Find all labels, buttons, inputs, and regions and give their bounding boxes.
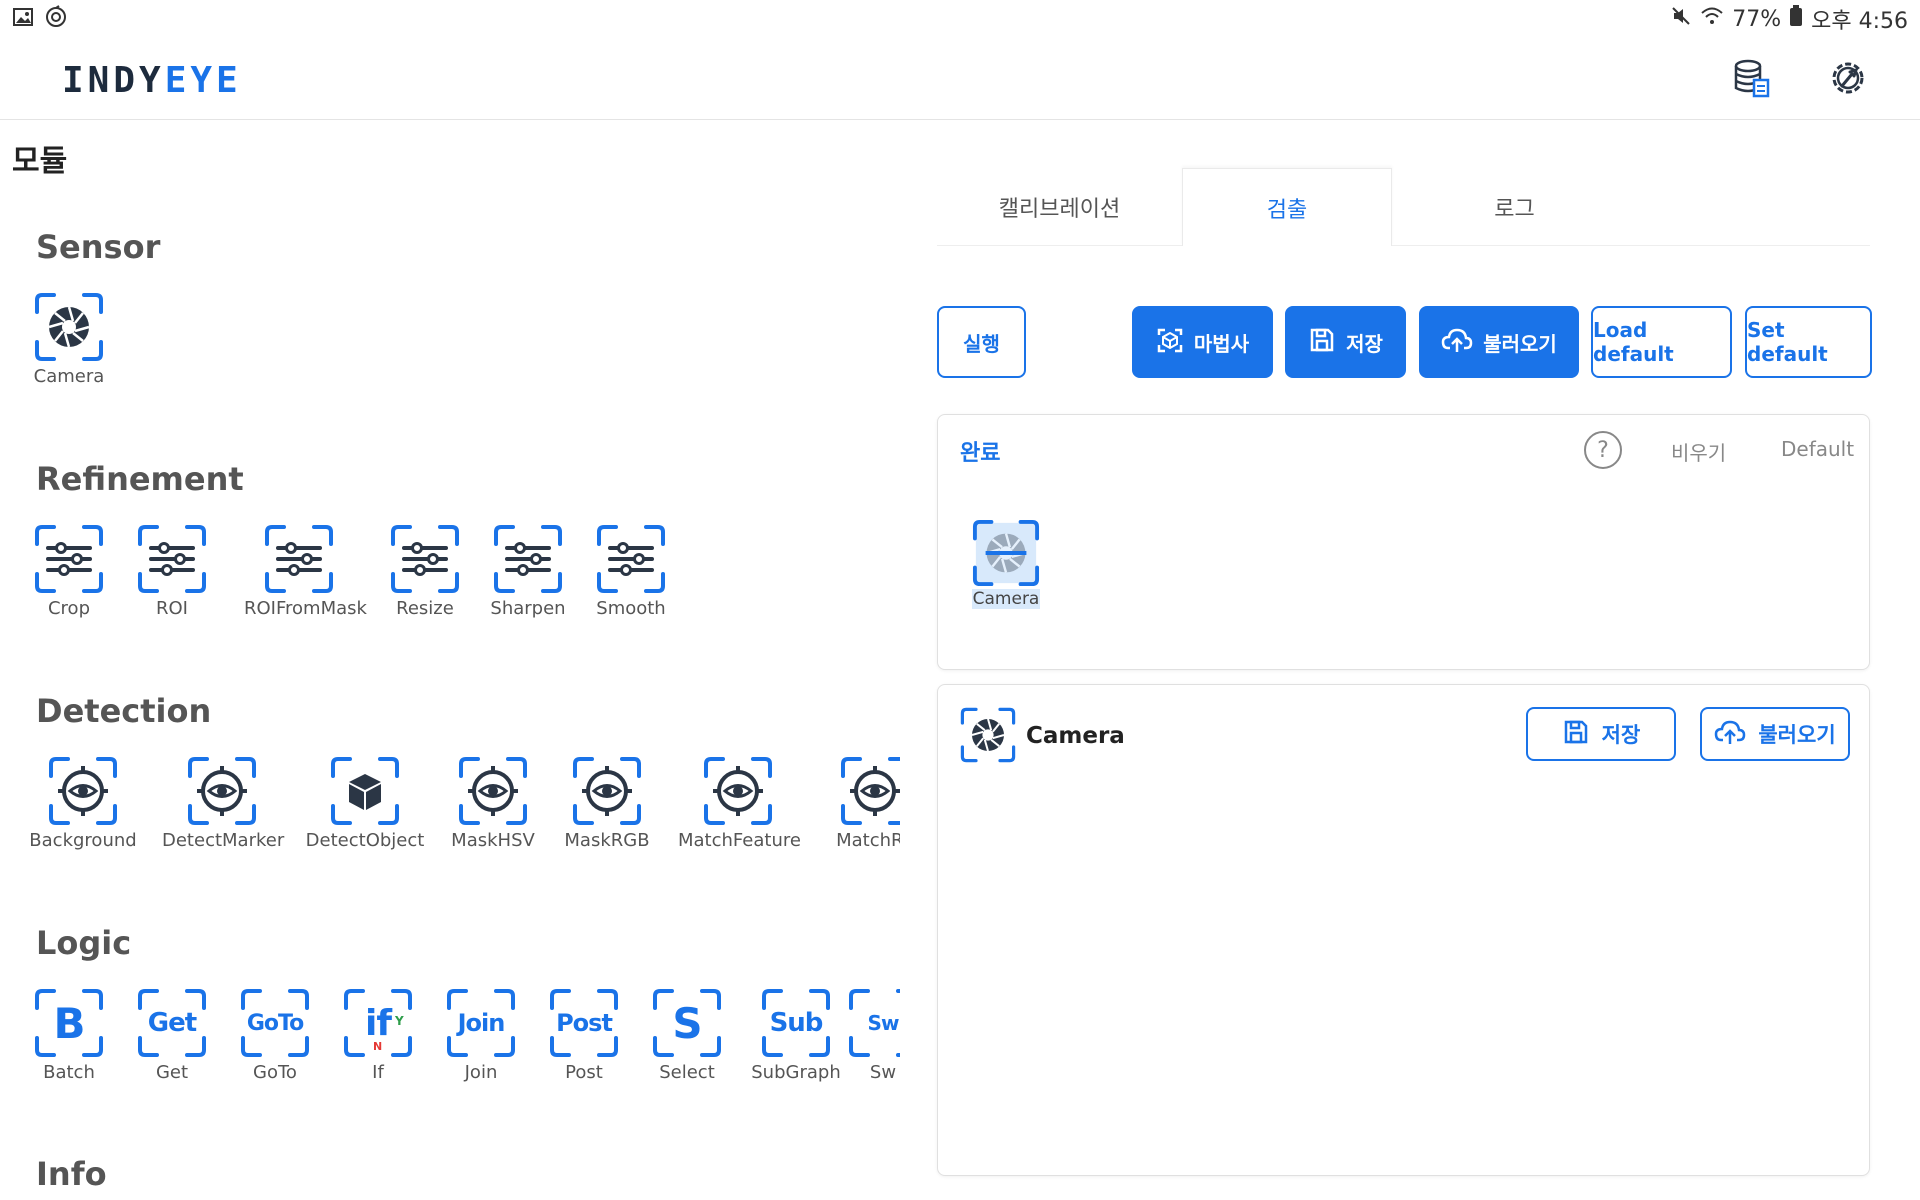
goto-icon: GoTo [240,988,310,1058]
module-palette: Sensor Camera Refinement Crop ROI ROIFro… [0,180,900,1200]
target-eye-icon [48,756,118,826]
target-eye-icon [703,756,773,826]
battery-icon [1789,5,1803,33]
section-title-logic: Logic [36,924,132,962]
module-roifrommask[interactable]: ROIFromMask [244,524,367,619]
save-button[interactable]: 저장 [1285,306,1406,378]
camera-icon [34,292,104,362]
module-maskhsv[interactable]: MaskHSV [438,756,548,851]
detail-load-button[interactable]: 불러오기 [1700,707,1850,761]
module-detectmarker[interactable]: DetectMarker [162,756,284,851]
module-smooth[interactable]: Smooth [576,524,686,619]
floppy-icon [1562,718,1590,751]
clock: 오후 4:56 [1811,9,1908,34]
load-button[interactable]: 불러오기 [1419,306,1579,378]
status-bar: 77% 오후 4:56 [0,0,1920,38]
batch-b-icon: B [34,988,104,1058]
wifi-icon [1700,5,1724,33]
app-header: INDYEYE [0,38,1920,120]
wizard-cube-icon [1156,326,1184,359]
clear-button[interactable]: 비우기 [1671,437,1726,466]
module-resize[interactable]: Resize [370,524,480,619]
sliders-icon [493,524,563,594]
tab-detection[interactable]: 검출 [1182,168,1392,246]
module-switch[interactable]: Sw Sw [848,988,900,1083]
camera-node-icon [972,519,1040,587]
section-title-info: Info [36,1155,107,1193]
switch-icon: Sw [848,988,900,1058]
module-crop[interactable]: Crop [14,524,124,619]
sliders-icon [596,524,666,594]
module-matchrf[interactable]: MatchRF [820,756,900,851]
page-title: 모듈 [12,144,68,179]
mute-icon [1670,5,1692,33]
join-icon: Join [446,988,516,1058]
module-get[interactable]: Get Get [117,988,227,1083]
run-button[interactable]: 실행 [937,306,1026,378]
module-switch-clip: Sw Sw [848,988,900,1108]
tab-log[interactable]: 로그 [1392,168,1637,246]
battery-percent: 77% [1732,6,1782,32]
tab-bar: 캘리브레이션 검출 로그 [937,168,1870,246]
module-goto[interactable]: GoTo GoTo [220,988,330,1083]
select-s-icon: S [652,988,722,1058]
module-batch[interactable]: B Batch [14,988,124,1083]
section-title-detection: Detection [36,692,212,730]
section-title-sensor: Sensor [36,228,161,266]
sliders-icon [137,524,207,594]
cube-icon [330,756,400,826]
module-matchrf-clip: MatchRF [820,756,900,876]
target-eye-icon [458,756,528,826]
detail-save-button[interactable]: 저장 [1526,707,1676,761]
set-default-button[interactable]: Set default [1745,306,1872,378]
module-matchfeature[interactable]: MatchFeature [678,756,801,851]
tab-calibration[interactable]: 캘리브레이션 [937,168,1182,246]
section-title-refinement: Refinement [36,460,244,498]
help-icon[interactable]: ? [1584,431,1622,469]
module-detail-panel: Camera 저장 불러오기 [937,684,1870,1176]
module-detectobject[interactable]: DetectObject [305,756,425,851]
detail-title: Camera [1026,723,1125,749]
module-if[interactable]: if Y N If [323,988,433,1083]
module-roi[interactable]: ROI [117,524,227,619]
target-eye-icon [840,756,900,826]
floppy-icon [1308,326,1336,359]
get-icon: Get [137,988,207,1058]
module-subgraph[interactable]: Sub SubGraph [741,988,851,1083]
module-background[interactable]: Background [28,756,138,851]
if-branch-icon: if Y N [343,988,413,1058]
cloud-upload-icon [1441,326,1473,359]
app-logo: INDYEYE [62,60,242,101]
cloud-upload-icon [1714,718,1746,751]
sliders-icon [264,524,334,594]
module-select[interactable]: S Select [632,988,742,1083]
default-button[interactable]: Default [1781,437,1854,461]
sliders-icon [34,524,104,594]
graph-node-camera[interactable]: Camera [972,519,1040,609]
module-sharpen[interactable]: Sharpen [473,524,583,619]
gallery-icon [12,6,34,32]
graph-status: 완료 [960,441,1001,466]
sync-icon [44,5,68,33]
target-eye-icon [187,756,257,826]
sliders-icon [390,524,460,594]
module-camera[interactable]: Camera [14,292,124,387]
subgraph-icon: Sub [761,988,831,1058]
graph-panel: 완료 ? 비우기 Default Camera [937,414,1870,670]
settings-gear-icon[interactable] [1826,56,1870,100]
load-default-button[interactable]: Load default [1591,306,1732,378]
target-eye-icon [572,756,642,826]
wizard-button[interactable]: 마법사 [1132,306,1273,378]
module-join[interactable]: Join Join [426,988,536,1083]
camera-icon [960,707,1016,763]
database-icon[interactable] [1730,56,1774,100]
post-icon: Post [549,988,619,1058]
module-post[interactable]: Post Post [529,988,639,1083]
module-maskrgb[interactable]: MaskRGB [552,756,662,851]
